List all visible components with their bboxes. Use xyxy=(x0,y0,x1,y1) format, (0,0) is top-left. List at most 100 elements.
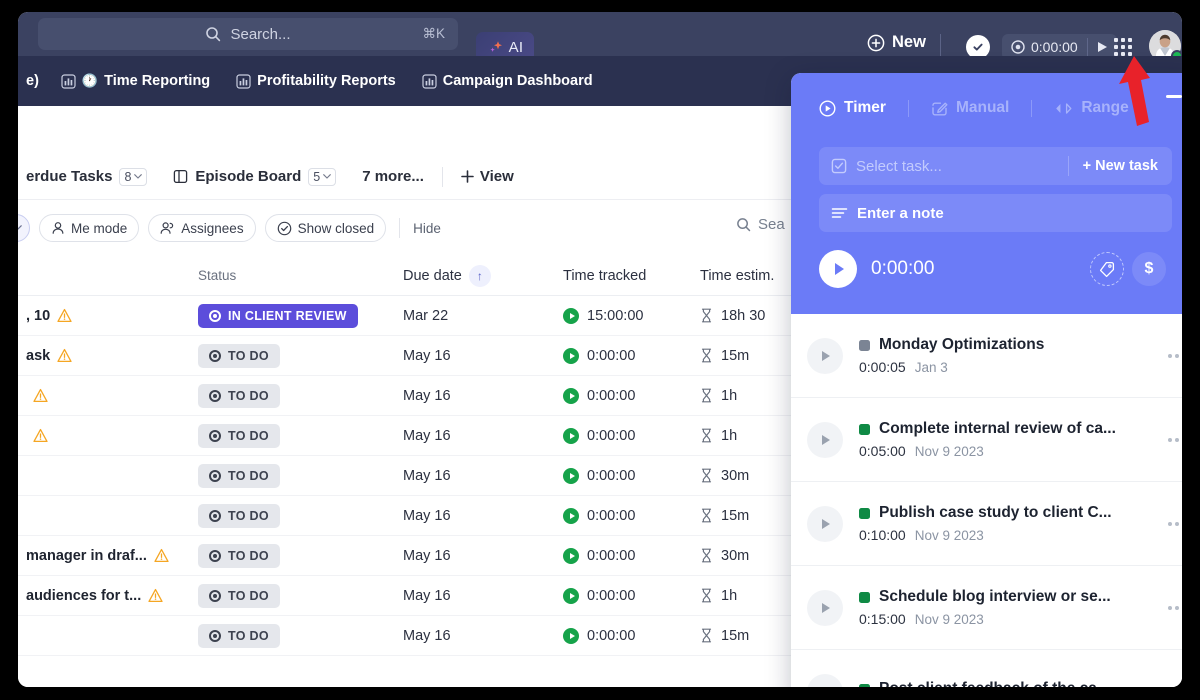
hide-button[interactable]: Hide xyxy=(413,221,441,236)
view-tab-count[interactable]: 8 xyxy=(119,168,147,186)
task-due-date-cell[interactable]: May 16 xyxy=(403,548,563,564)
task-time-tracked-cell[interactable]: 0:00:00 xyxy=(563,348,700,364)
task-time-estimate-cell[interactable]: 1h xyxy=(700,588,737,604)
status-badge[interactable]: TO DO xyxy=(198,344,280,368)
task-time-estimate-cell[interactable]: 15m xyxy=(700,348,749,364)
time-entry-row[interactable]: Schedule blog interview or se...0:15:00N… xyxy=(791,566,1182,650)
task-name-cell[interactable] xyxy=(18,388,198,403)
task-due-date-cell[interactable]: May 16 xyxy=(403,428,563,444)
task-name-cell[interactable] xyxy=(18,428,198,443)
status-badge[interactable]: TO DO xyxy=(198,584,280,608)
entry-more-options-icon[interactable] xyxy=(1162,606,1182,610)
task-time-estimate-cell[interactable]: 30m xyxy=(700,468,749,484)
minimize-icon[interactable] xyxy=(1166,95,1182,98)
task-time-tracked-cell[interactable]: 0:00:00 xyxy=(563,588,700,604)
table-header-due-date[interactable]: Due date ↑ xyxy=(403,265,563,287)
task-name-cell[interactable]: manager in draf... xyxy=(18,548,198,564)
table-header-time-tracked[interactable]: Time tracked xyxy=(563,268,700,284)
status-badge[interactable]: TO DO xyxy=(198,544,280,568)
filter-chip-assignees[interactable]: Assignees xyxy=(148,214,255,242)
timer-panel-tab-manual[interactable]: Manual xyxy=(931,99,1009,117)
nav-item-campaign-dashboard[interactable]: Campaign Dashboard xyxy=(422,73,593,89)
table-header-time-estimate[interactable]: Time estim. xyxy=(700,268,774,284)
task-status-cell[interactable]: TO DO xyxy=(198,504,403,528)
task-status-cell[interactable]: TO DO xyxy=(198,424,403,448)
new-task-button[interactable]: + New task xyxy=(1069,158,1172,174)
task-status-cell[interactable]: TO DO xyxy=(198,584,403,608)
entry-play-button[interactable] xyxy=(807,506,843,542)
entry-play-button[interactable] xyxy=(807,674,843,688)
task-time-tracked-cell[interactable]: 0:00:00 xyxy=(563,548,700,564)
entry-more-options-icon[interactable] xyxy=(1162,354,1182,358)
task-due-date-cell[interactable]: May 16 xyxy=(403,388,563,404)
time-entry-row[interactable]: Publish case study to client C...0:10:00… xyxy=(791,482,1182,566)
task-status-cell[interactable]: TO DO xyxy=(198,544,403,568)
nav-item-time-reporting[interactable]: 🕐 Time Reporting xyxy=(61,73,210,89)
timer-panel-tab-range[interactable]: Range xyxy=(1054,99,1128,117)
task-name-cell[interactable]: ask xyxy=(18,348,198,364)
task-time-tracked-cell[interactable]: 0:00:00 xyxy=(563,468,700,484)
add-view-button[interactable]: View xyxy=(461,168,514,185)
play-icon[interactable] xyxy=(563,508,579,524)
entry-play-button[interactable] xyxy=(807,590,843,626)
task-due-date-cell[interactable]: May 16 xyxy=(403,628,563,644)
task-name-cell[interactable]: audiences for t... xyxy=(18,588,198,604)
start-timer-button[interactable] xyxy=(819,250,857,288)
status-badge[interactable]: IN CLIENT REVIEW xyxy=(198,304,358,328)
timer-panel-tab-timer[interactable]: Timer xyxy=(819,99,886,117)
task-time-estimate-cell[interactable]: 1h xyxy=(700,388,737,404)
status-badge[interactable]: TO DO xyxy=(198,424,280,448)
task-due-date-cell[interactable]: May 16 xyxy=(403,348,563,364)
entry-play-button[interactable] xyxy=(807,422,843,458)
sort-ascending-icon[interactable]: ↑ xyxy=(469,265,491,287)
play-icon[interactable] xyxy=(563,548,579,564)
task-due-date-cell[interactable]: May 16 xyxy=(403,468,563,484)
time-entry-row[interactable]: Monday Optimizations0:00:05Jan 3 xyxy=(791,314,1182,398)
play-icon[interactable] xyxy=(563,468,579,484)
global-search-input[interactable]: Search... ⌘K xyxy=(38,18,458,50)
tag-icon[interactable] xyxy=(1090,252,1124,286)
view-tab-episode-board[interactable]: Episode Board 5 xyxy=(173,168,336,186)
task-time-tracked-cell[interactable]: 0:00:00 xyxy=(563,508,700,524)
entry-more-options-icon[interactable] xyxy=(1162,438,1182,442)
view-tab-overdue-tasks[interactable]: erdue Tasks 8 xyxy=(26,168,147,186)
table-header-status[interactable]: Status xyxy=(198,268,403,283)
play-icon[interactable] xyxy=(563,628,579,644)
task-time-estimate-cell[interactable]: 15m xyxy=(700,628,749,644)
task-status-cell[interactable]: IN CLIENT REVIEW xyxy=(198,304,403,328)
play-icon[interactable] xyxy=(563,588,579,604)
filter-chip-me-mode[interactable]: Me mode xyxy=(39,214,139,242)
task-time-tracked-cell[interactable]: 15:00:00 xyxy=(563,308,700,324)
task-due-date-cell[interactable]: Mar 22 xyxy=(403,308,563,324)
view-more-button[interactable]: 7 more... xyxy=(362,168,424,185)
filter-chip-partial[interactable] xyxy=(18,214,30,242)
filter-chip-show-closed[interactable]: Show closed xyxy=(265,214,387,242)
task-time-tracked-cell[interactable]: 0:00:00 xyxy=(563,628,700,644)
entry-play-button[interactable] xyxy=(807,338,843,374)
task-status-cell[interactable]: TO DO xyxy=(198,344,403,368)
view-tab-count[interactable]: 5 xyxy=(308,168,336,186)
nav-item-profitability-reports[interactable]: Profitability Reports xyxy=(236,73,396,89)
play-icon[interactable] xyxy=(563,428,579,444)
task-time-estimate-cell[interactable]: 18h 30 xyxy=(700,308,765,324)
play-icon[interactable] xyxy=(563,388,579,404)
status-badge[interactable]: TO DO xyxy=(198,464,280,488)
task-status-cell[interactable]: TO DO xyxy=(198,464,403,488)
task-due-date-cell[interactable]: May 16 xyxy=(403,508,563,524)
new-button[interactable]: New xyxy=(867,33,926,52)
note-input[interactable]: Enter a note xyxy=(819,194,1172,232)
task-time-tracked-cell[interactable]: 0:00:00 xyxy=(563,388,700,404)
time-entry-row[interactable]: Post client feedback of the ca... xyxy=(791,650,1182,687)
select-task-input[interactable]: Select task... xyxy=(819,158,1068,175)
play-icon[interactable] xyxy=(563,308,579,324)
task-name-cell[interactable]: , 10 xyxy=(18,308,198,324)
task-time-estimate-cell[interactable]: 30m xyxy=(700,548,749,564)
status-badge[interactable]: TO DO xyxy=(198,624,280,648)
task-time-tracked-cell[interactable]: 0:00:00 xyxy=(563,428,700,444)
task-status-cell[interactable]: TO DO xyxy=(198,384,403,408)
task-time-estimate-cell[interactable]: 1h xyxy=(700,428,737,444)
status-badge[interactable]: TO DO xyxy=(198,384,280,408)
play-icon[interactable] xyxy=(563,348,579,364)
time-entry-row[interactable]: Complete internal review of ca...0:05:00… xyxy=(791,398,1182,482)
status-badge[interactable]: TO DO xyxy=(198,504,280,528)
